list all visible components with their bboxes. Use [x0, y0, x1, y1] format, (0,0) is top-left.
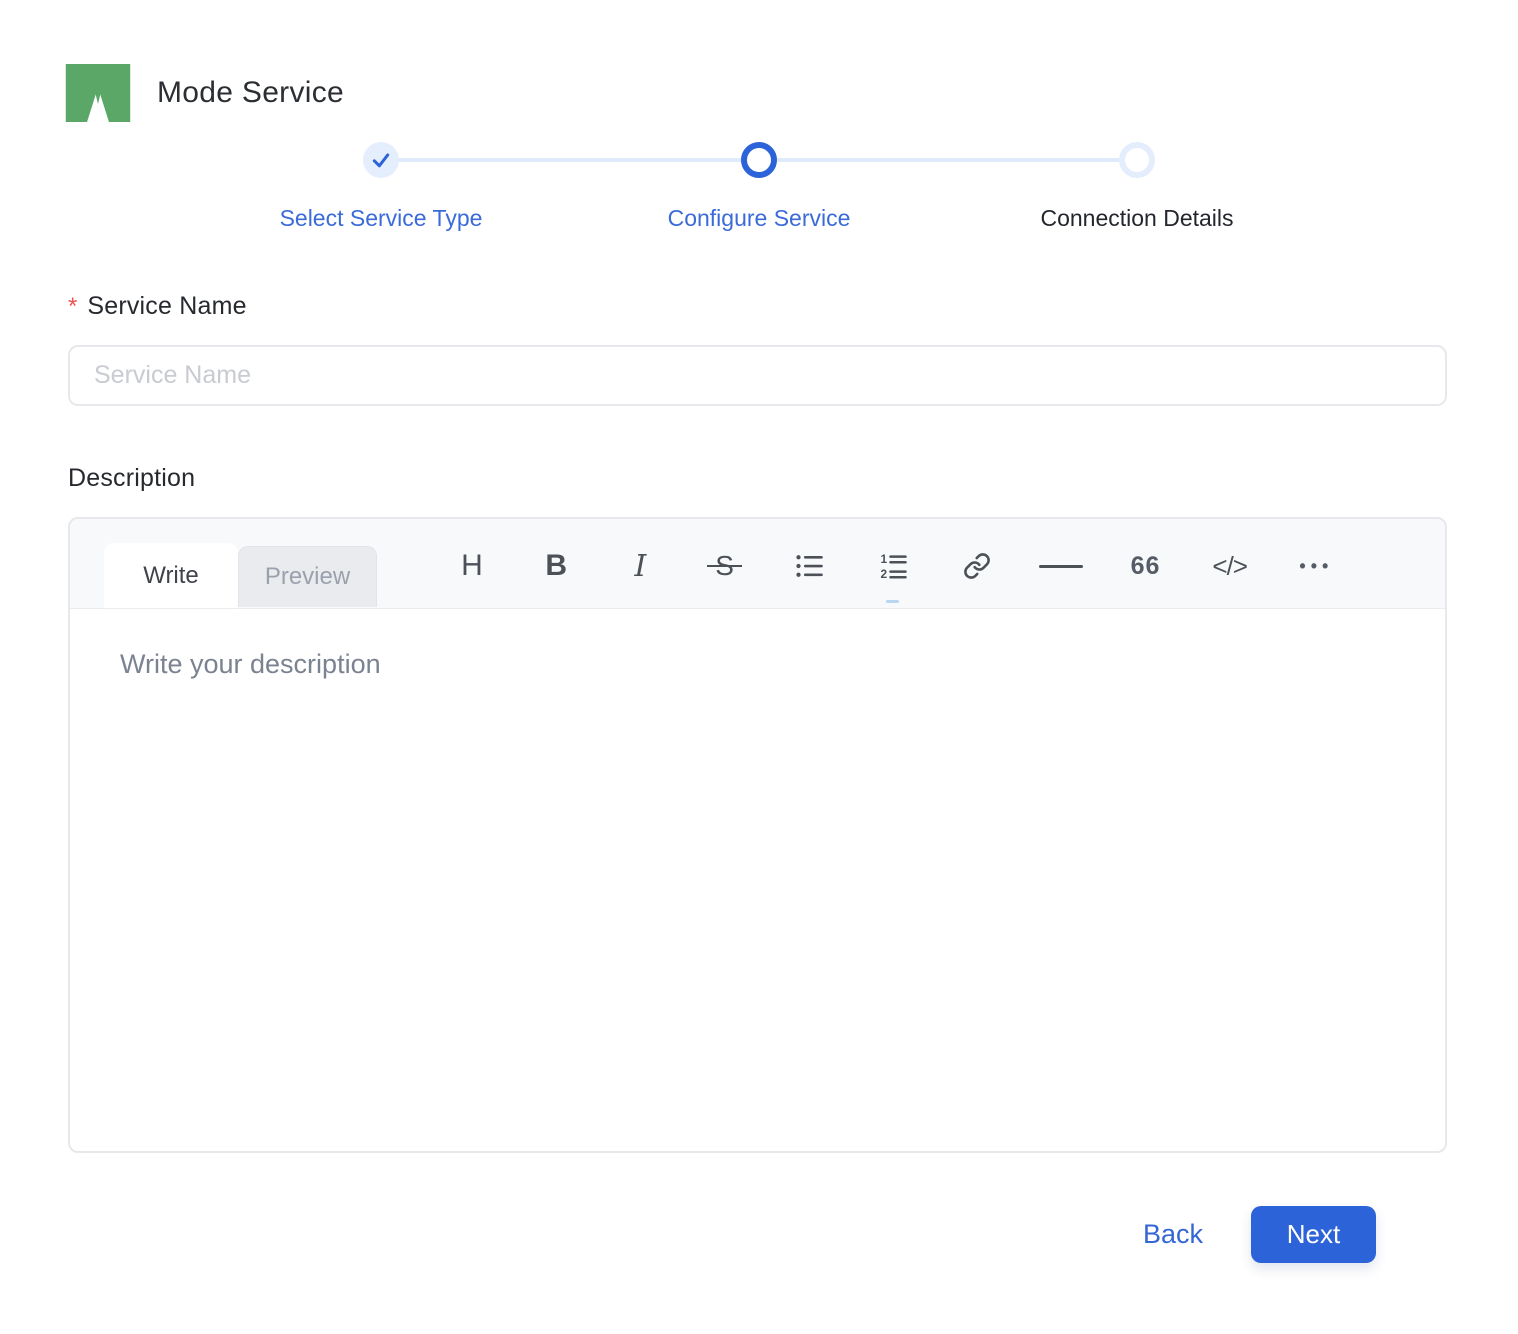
quote-icon: 66	[1130, 551, 1161, 580]
italic-icon: I	[634, 548, 647, 584]
service-name-label: Service Name	[87, 292, 247, 320]
editor-toolbar-header: Write Preview H B I S 1 2 66 </> •••	[70, 519, 1445, 609]
horizontal-rule-icon	[1039, 564, 1084, 568]
description-markdown-editor: Write Preview H B I S 1 2 66 </> ••• Wri…	[68, 517, 1447, 1153]
link-button[interactable]	[949, 538, 1005, 594]
description-label: Description	[68, 464, 196, 492]
mode-logo-icon	[65, 64, 131, 122]
strikethrough-button[interactable]: S	[697, 538, 753, 594]
tab-preview[interactable]: Preview	[238, 546, 377, 607]
numbered-list-icon: 1 2	[880, 552, 907, 581]
wizard-footer-actions: Back Next	[68, 1206, 1447, 1263]
link-icon	[964, 553, 990, 579]
step-configure-service[interactable]: Configure Service	[570, 142, 948, 232]
bold-icon: B	[545, 549, 568, 582]
formatting-toolbar: H B I S 1 2 66 </> •••	[444, 538, 1342, 594]
code-icon: </>	[1212, 550, 1248, 581]
step-upcoming-circle[interactable]	[1119, 142, 1155, 178]
numbered-list-button[interactable]: 1 2	[865, 538, 921, 594]
description-label-row: Description	[68, 464, 1447, 493]
step-connection-details[interactable]: Connection Details	[948, 142, 1326, 232]
tab-write[interactable]: Write	[104, 543, 238, 609]
editor-write-area	[70, 609, 1445, 1151]
bullet-list-button[interactable]	[781, 538, 837, 594]
step-label: Select Service Type	[279, 205, 483, 231]
description-textarea[interactable]	[70, 609, 1445, 1151]
mode-service-wizard-page: Mode Service Select Service Type Configu…	[0, 0, 1518, 1334]
svg-text:2: 2	[880, 567, 887, 581]
step-label: Connection Details	[1040, 205, 1234, 231]
service-name-input[interactable]	[68, 345, 1447, 406]
brand-header: Mode Service	[0, 0, 1518, 122]
svg-text:1: 1	[880, 552, 887, 566]
horizontal-rule-button[interactable]	[1033, 538, 1089, 594]
heading-button[interactable]: H	[444, 538, 500, 594]
code-button[interactable]: </>	[1202, 538, 1258, 594]
more-ellipsis-icon: •••	[1299, 555, 1334, 576]
strikethrough-icon: S	[715, 550, 734, 581]
required-asterisk: *	[68, 293, 78, 320]
editor-tabs: Write Preview	[70, 543, 377, 609]
step-active-circle[interactable]	[741, 142, 777, 178]
back-button[interactable]: Back	[1143, 1219, 1203, 1250]
more-tools-button[interactable]: •••	[1286, 538, 1342, 594]
form-content: * Service Name Description Write Preview…	[68, 292, 1447, 1263]
numbered-list-caret-artifact	[886, 600, 899, 603]
quote-button[interactable]: 66	[1118, 538, 1174, 594]
bullet-list-icon	[796, 555, 823, 577]
bold-button[interactable]: B	[528, 538, 584, 594]
wizard-stepper: Select Service Type Configure Service Co…	[192, 142, 1326, 232]
italic-button[interactable]: I	[612, 538, 668, 594]
step-select-service-type[interactable]: Select Service Type	[192, 142, 570, 232]
page-title: Mode Service	[157, 76, 345, 109]
step-completed-circle[interactable]	[363, 142, 399, 178]
service-name-label-row: * Service Name	[68, 292, 1447, 321]
step-label: Configure Service	[667, 205, 851, 231]
next-button[interactable]: Next	[1251, 1206, 1376, 1263]
heading-icon: H	[461, 549, 483, 582]
check-icon	[372, 153, 390, 168]
